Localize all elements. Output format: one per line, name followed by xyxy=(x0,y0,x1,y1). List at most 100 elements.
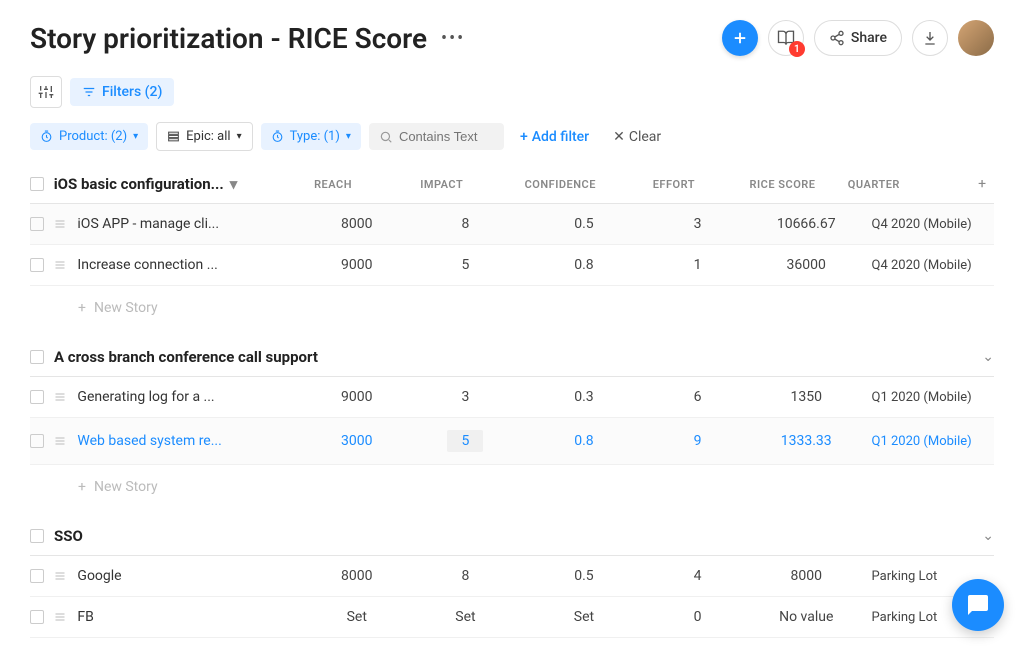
drag-handle-icon[interactable] xyxy=(54,611,78,623)
timer-icon xyxy=(271,130,284,143)
add-button[interactable] xyxy=(722,20,758,56)
cell-reach[interactable]: 8000 xyxy=(302,568,411,584)
col-quarter[interactable]: QUARTER xyxy=(842,178,971,191)
chevron-down-icon[interactable]: ▾ xyxy=(230,175,238,193)
col-rice[interactable]: RICE SCORE xyxy=(723,178,842,191)
add-filter-button[interactable]: + Add filter xyxy=(512,129,597,145)
cell-impact[interactable]: 5 xyxy=(411,430,520,452)
chevron-down-icon[interactable]: ⌄ xyxy=(982,528,994,544)
drag-handle-icon[interactable] xyxy=(54,218,78,230)
checkbox[interactable] xyxy=(30,569,44,583)
cell-rice[interactable]: 10666.67 xyxy=(747,216,866,232)
search-input[interactable] xyxy=(399,129,494,144)
cell-rice[interactable]: No value xyxy=(747,609,866,625)
col-effort[interactable]: EFFORT xyxy=(624,178,723,191)
new-story-button[interactable]: +New Story xyxy=(30,286,994,334)
filter-type[interactable]: Type: (1) ▾ xyxy=(261,123,361,150)
cell-impact[interactable]: 5 xyxy=(411,257,520,273)
new-story-button[interactable]: +New Story xyxy=(30,465,994,513)
cell-impact[interactable]: 8 xyxy=(411,568,520,584)
cell-reach[interactable]: 3000 xyxy=(302,433,411,449)
table-row[interactable]: Google 8000 8 0.5 4 8000 Parking Lot xyxy=(30,556,994,597)
table-row[interactable]: iOS APP - manage cli... 8000 8 0.5 3 106… xyxy=(30,204,994,245)
cell-reach[interactable]: 9000 xyxy=(302,389,411,405)
table-row[interactable]: Increase connection ... 9000 5 0.8 1 360… xyxy=(30,245,994,286)
cell-effort[interactable]: 3 xyxy=(648,216,747,232)
story-name[interactable]: iOS APP - manage cli... xyxy=(77,216,302,232)
add-column-button[interactable]: + xyxy=(970,176,994,192)
cell-confidence[interactable]: 0.5 xyxy=(520,568,648,584)
more-menu-icon[interactable]: ••• xyxy=(441,28,465,49)
library-button[interactable]: 1 xyxy=(768,20,804,56)
settings-toggle-button[interactable] xyxy=(30,76,62,108)
filter-icon xyxy=(82,85,96,99)
plus-icon: + xyxy=(78,479,86,495)
cell-impact[interactable]: Set xyxy=(411,609,520,625)
story-name[interactable]: Increase connection ... xyxy=(77,257,302,273)
download-button[interactable] xyxy=(912,20,948,56)
checkbox[interactable] xyxy=(30,390,44,404)
group-title[interactable]: A cross branch conference call support xyxy=(54,348,318,366)
share-button[interactable]: Share xyxy=(814,20,902,56)
clear-button[interactable]: ✕ Clear xyxy=(605,129,669,145)
story-name[interactable]: Generating log for a ... xyxy=(77,389,302,405)
checkbox[interactable] xyxy=(30,434,44,448)
cell-effort[interactable]: 4 xyxy=(648,568,747,584)
cell-rice[interactable]: 1350 xyxy=(747,389,866,405)
filter-product[interactable]: Product: (2) ▾ xyxy=(30,123,148,150)
story-name[interactable]: FB xyxy=(77,609,302,625)
filters-label: Filters (2) xyxy=(102,84,162,100)
cell-impact[interactable]: 8 xyxy=(411,216,520,232)
story-name[interactable]: Google xyxy=(77,568,302,584)
search-input-wrapper[interactable] xyxy=(369,123,504,150)
checkbox[interactable] xyxy=(30,177,44,191)
cell-rice[interactable]: 8000 xyxy=(747,568,866,584)
table-row[interactable]: Generating log for a ... 9000 3 0.3 6 13… xyxy=(30,377,994,418)
col-confidence[interactable]: CONFIDENCE xyxy=(496,178,624,191)
table-row[interactable]: FB Set Set Set 0 No value Parking Lot xyxy=(30,597,994,638)
group-title[interactable]: SSO xyxy=(54,527,83,545)
cell-confidence[interactable]: 0.8 xyxy=(520,257,648,273)
chevron-down-icon: ▾ xyxy=(237,131,242,142)
cell-effort[interactable]: 0 xyxy=(648,609,747,625)
col-reach[interactable]: REACH xyxy=(279,178,388,191)
cell-impact[interactable]: 3 xyxy=(411,389,520,405)
cell-quarter[interactable]: Q4 2020 (Mobile) xyxy=(866,258,995,273)
cell-reach[interactable]: Set xyxy=(302,609,411,625)
plus-icon: + xyxy=(520,129,528,145)
checkbox[interactable] xyxy=(30,610,44,624)
drag-handle-icon[interactable] xyxy=(54,391,78,403)
chevron-down-icon[interactable]: ⌄ xyxy=(982,349,994,365)
cell-confidence[interactable]: 0.3 xyxy=(520,389,648,405)
cell-confidence[interactable]: 0.5 xyxy=(520,216,648,232)
epic-icon xyxy=(167,130,180,143)
cell-effort[interactable]: 9 xyxy=(648,433,747,449)
checkbox[interactable] xyxy=(30,258,44,272)
cell-reach[interactable]: 8000 xyxy=(302,216,411,232)
table-row[interactable]: Web based system re... 3000 5 0.8 9 1333… xyxy=(30,418,994,465)
chat-button[interactable] xyxy=(952,579,1004,631)
drag-handle-icon[interactable] xyxy=(54,259,78,271)
checkbox[interactable] xyxy=(30,529,44,543)
filter-epic[interactable]: Epic: all ▾ xyxy=(156,122,252,151)
plus-icon xyxy=(731,29,749,47)
drag-handle-icon[interactable] xyxy=(54,570,78,582)
cell-rice[interactable]: 1333.33 xyxy=(747,433,866,449)
cell-quarter[interactable]: Q1 2020 (Mobile) xyxy=(866,434,995,449)
cell-confidence[interactable]: Set xyxy=(520,609,648,625)
cell-quarter[interactable]: Q4 2020 (Mobile) xyxy=(866,217,995,232)
story-name[interactable]: Web based system re... xyxy=(77,433,302,449)
checkbox[interactable] xyxy=(30,217,44,231)
col-impact[interactable]: IMPACT xyxy=(387,178,496,191)
cell-quarter[interactable]: Q1 2020 (Mobile) xyxy=(866,390,995,405)
cell-reach[interactable]: 9000 xyxy=(302,257,411,273)
filters-button[interactable]: Filters (2) xyxy=(70,78,174,106)
drag-handle-icon[interactable] xyxy=(54,435,78,447)
cell-rice[interactable]: 36000 xyxy=(747,257,866,273)
cell-effort[interactable]: 6 xyxy=(648,389,747,405)
cell-effort[interactable]: 1 xyxy=(648,257,747,273)
checkbox[interactable] xyxy=(30,350,44,364)
cell-confidence[interactable]: 0.8 xyxy=(520,433,648,449)
avatar[interactable] xyxy=(958,20,994,56)
group-title[interactable]: iOS basic configuration...▾ xyxy=(54,175,279,193)
